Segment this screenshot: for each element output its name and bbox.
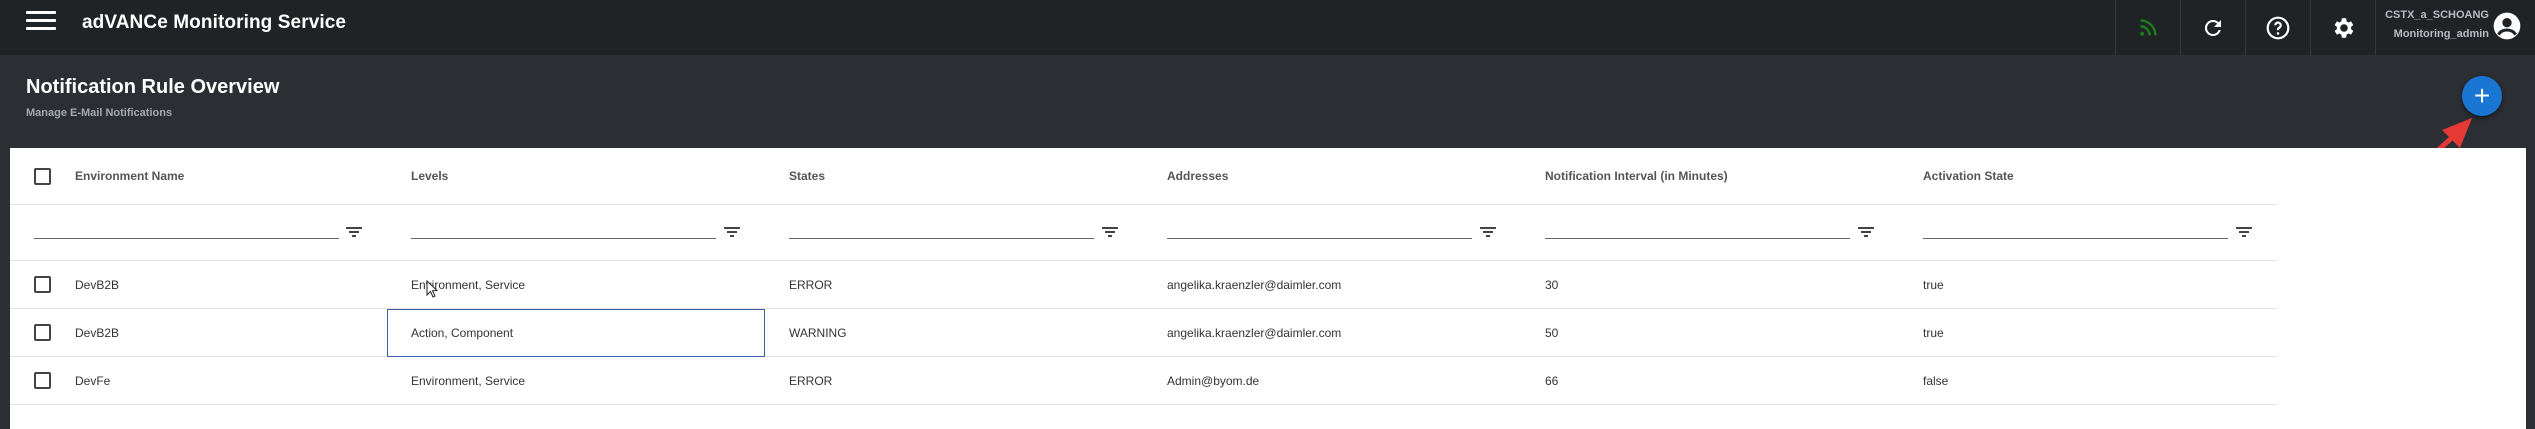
- filter-icon[interactable]: [1102, 227, 1118, 239]
- cell-activation: false: [1923, 373, 1949, 388]
- column-header-interval[interactable]: Notification Interval (in Minutes): [1545, 148, 1728, 204]
- toolbar-actions: CSTX_a_SCHOANG Monitoring_admin: [2115, 0, 2535, 55]
- top-app-bar: adVANCe Monitoring Service CSTX_a_SCHOAN…: [0, 0, 2535, 55]
- account-circle-icon: [2493, 12, 2521, 40]
- cell-interval: 66: [1545, 373, 1559, 388]
- page-subtitle: Manage E-Mail Notifications: [26, 107, 173, 119]
- gear-icon: [2334, 17, 2354, 38]
- column-header-activation[interactable]: Activation State: [1923, 148, 2014, 204]
- filter-icon[interactable]: [1480, 227, 1496, 239]
- row-checkbox[interactable]: [34, 324, 51, 341]
- refresh-button[interactable]: [2180, 0, 2245, 55]
- user-name: CSTX_a_SCHOANG: [2385, 9, 2489, 21]
- cell-interval: 50: [1545, 325, 1559, 340]
- help-button[interactable]: [2245, 0, 2310, 55]
- cell-activation: true: [1923, 325, 1944, 340]
- select-all-checkbox[interactable]: [34, 168, 51, 185]
- filter-icon[interactable]: [346, 227, 362, 239]
- filter-icon[interactable]: [1858, 227, 1874, 239]
- table-row[interactable]: DevB2B Action, Component WARNING angelik…: [10, 309, 2277, 357]
- cell-environment: DevB2B: [75, 277, 120, 292]
- cell-addresses: angelika.kraenzler@daimler.com: [1167, 277, 1342, 292]
- app-title: adVANCe Monitoring Service: [82, 12, 347, 33]
- filter-input-environment[interactable]: [34, 215, 339, 239]
- cell-environment: DevB2B: [75, 325, 120, 340]
- cell-addresses: Admin@byom.de: [1167, 373, 1260, 388]
- cell-levels[interactable]: Action, Component: [411, 309, 513, 356]
- table-header-row: Environment Name Levels States Addresses…: [10, 148, 2277, 205]
- table-grid: Environment Name Levels States Addresses…: [10, 148, 2277, 429]
- cell-environment: DevFe: [75, 373, 111, 388]
- cell-states: WARNING: [789, 325, 847, 340]
- table-filter-row: [10, 205, 2277, 261]
- cell-addresses: angelika.kraenzler@daimler.com: [1167, 325, 1342, 340]
- filter-icon[interactable]: [724, 227, 740, 239]
- cell-levels: Environment, Service: [411, 373, 526, 388]
- column-header-states[interactable]: States: [789, 148, 825, 204]
- filter-input-interval[interactable]: [1545, 215, 1850, 239]
- row-checkbox[interactable]: [34, 372, 51, 389]
- cell-activation: true: [1923, 277, 1944, 292]
- column-header-environment[interactable]: Environment Name: [75, 148, 184, 204]
- cell-states: ERROR: [789, 373, 833, 388]
- user-role: Monitoring_admin: [2393, 28, 2489, 40]
- column-header-levels[interactable]: Levels: [411, 148, 448, 204]
- cell-states: ERROR: [789, 277, 833, 292]
- table-row[interactable]: DevFe Environment, Service ERROR Admin@b…: [10, 357, 2277, 405]
- page-header: Notification Rule Overview Manage E-Mail…: [0, 55, 2535, 148]
- page-title: Notification Rule Overview: [26, 76, 280, 98]
- mouse-cursor-icon: [426, 280, 438, 298]
- filter-input-activation[interactable]: [1923, 215, 2228, 239]
- rss-feed-icon: [2140, 18, 2157, 36]
- settings-button[interactable]: [2310, 0, 2375, 55]
- menu-icon[interactable]: [26, 11, 56, 35]
- row-checkbox[interactable]: [34, 276, 51, 293]
- column-header-addresses[interactable]: Addresses: [1167, 148, 1228, 204]
- help-icon: [2266, 16, 2290, 39]
- user-menu[interactable]: CSTX_a_SCHOANG Monitoring_admin: [2375, 0, 2535, 55]
- cell-interval: 30: [1545, 277, 1559, 292]
- filter-input-addresses[interactable]: [1167, 215, 1472, 239]
- refresh-icon: [2204, 19, 2221, 36]
- filter-icon[interactable]: [2236, 227, 2252, 239]
- rss-feed-button[interactable]: [2115, 0, 2180, 55]
- add-notification-rule-button[interactable]: +: [2462, 76, 2502, 116]
- notification-rules-table: Environment Name Levels States Addresses…: [10, 148, 2526, 429]
- filter-input-states[interactable]: [789, 215, 1094, 239]
- table-row[interactable]: DevB2B Environment, Service ERROR angeli…: [10, 261, 2277, 309]
- filter-input-levels[interactable]: [411, 215, 716, 239]
